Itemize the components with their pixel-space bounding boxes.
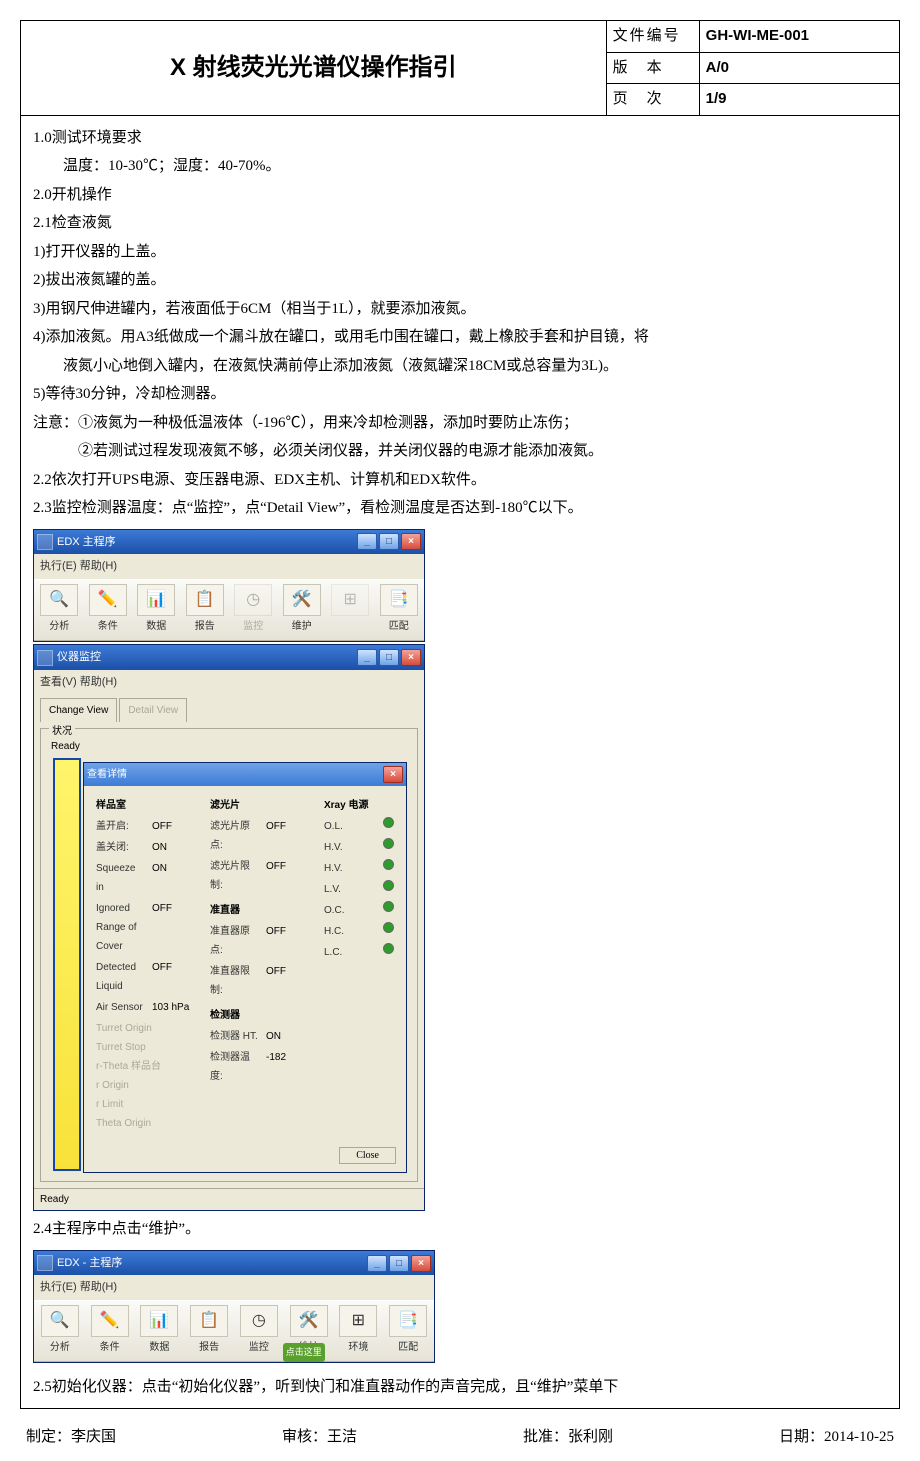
section-2-4: 2.4主程序中点击“维护”。 (33, 1215, 887, 1244)
window-monitor: 仪器监控 _□× 查看(V) 帮助(H) Change ViewDetail V… (33, 644, 425, 1211)
menu-bar[interactable]: 查看(V) 帮助(H) (34, 670, 424, 695)
section-2-3: 2.3监控检测器温度：点“监控”，点“Detail View”，看检测温度是否达… (33, 494, 887, 523)
section-2-2: 2.2依次打开UPS电源、变压器电源、EDX主机、计算机和EDX软件。 (33, 466, 887, 495)
dialog-title: 查看详情 (87, 765, 383, 784)
tb-condition[interactable]: ✏️条件 (88, 1305, 132, 1357)
footer-author: 制定：李庆国 (26, 1423, 116, 1452)
col-filter: 滤光片 滤光片原点:OFF 滤光片限制:OFF 准直器 准直器原点:OFF 准直… (210, 796, 306, 1133)
app-icon (37, 650, 53, 666)
note-2: ②若测试过程发现液氮不够，必须关闭仪器，并关闭仪器的电源才能添加液氮。 (33, 437, 887, 466)
led-icon (383, 817, 394, 828)
callout-tip: 点击这里 (283, 1343, 325, 1362)
tb-data[interactable]: 📊数据 (138, 1305, 182, 1357)
step-1: 1)打开仪器的上盖。 (33, 238, 887, 267)
tb-env[interactable]: ⊞环境 (337, 1305, 381, 1357)
doc-body: 1.0测试环境要求 温度：10-30℃；湿度：40-70%。 2.0开机操作 2… (20, 116, 900, 1409)
window-title: 仪器监控 (57, 647, 357, 668)
doc-meta: 文件编号GH-WI-ME-001 版 本A/0 页 次1/9 (607, 21, 899, 115)
window-edx-main-2: EDX - 主程序 _□× 执行(E) 帮助(H) 🔍分析 ✏️条件 📊数据 📋… (33, 1250, 435, 1364)
window-title: EDX 主程序 (57, 532, 357, 553)
tb-report[interactable]: 📋报告 (184, 584, 227, 636)
meta-ver-v: A/0 (700, 53, 899, 84)
doc-header: X 射线荧光光谱仪操作指引 文件编号GH-WI-ME-001 版 本A/0 页 … (20, 20, 900, 116)
tb-match[interactable]: 📑匹配 (386, 1305, 430, 1357)
window-title: EDX - 主程序 (57, 1253, 367, 1274)
doc-title: X 射线荧光光谱仪操作指引 (21, 21, 607, 115)
step-3: 3)用钢尺伸进罐内，若液面低于6CM（相当于1L），就要添加液氮。 (33, 295, 887, 324)
led-icon (383, 901, 394, 912)
minimize-button[interactable]: _ (367, 1255, 387, 1272)
led-icon (383, 922, 394, 933)
maximize-button[interactable]: □ (389, 1255, 409, 1272)
menu-bar[interactable]: 执行(E) 帮助(H) (34, 554, 424, 579)
col-sample: 样品室 盖开启:OFF 盖关闭:ON Squeeze inON Ignored … (96, 796, 192, 1133)
footer-approver: 批准：张利刚 (523, 1423, 613, 1452)
meta-docno-k: 文件编号 (607, 21, 700, 52)
step-2: 2)拔出液氮罐的盖。 (33, 266, 887, 295)
close-button[interactable]: × (401, 533, 421, 550)
menu-bar[interactable]: 执行(E) 帮助(H) (34, 1275, 434, 1300)
tb-maintain[interactable]: 🛠️维护 (281, 584, 324, 636)
led-icon (383, 943, 394, 954)
footer: 制定：李庆国 审核：王洁 批准：张利刚 日期：2014-10-25 (20, 1409, 900, 1452)
ready-label: Ready (51, 737, 407, 756)
close-button[interactable]: × (411, 1255, 431, 1272)
tb-maintain[interactable]: 🛠️维护点击这里 (287, 1305, 331, 1357)
tab-strip: Change ViewDetail View (34, 695, 424, 722)
tb-analyze[interactable]: 🔍分析 (38, 584, 81, 636)
tb-report[interactable]: 📋报告 (187, 1305, 231, 1357)
meta-page-v: 1/9 (700, 84, 899, 115)
tb-data[interactable]: 📊数据 (135, 584, 178, 636)
tab-change-view[interactable]: Change View (40, 698, 117, 722)
tb-condition[interactable]: ✏️条件 (87, 584, 130, 636)
section-2: 2.0开机操作 (33, 181, 887, 210)
led-icon (383, 859, 394, 870)
tb-analyze[interactable]: 🔍分析 (38, 1305, 82, 1357)
toolbar: 🔍分析 ✏️条件 📊数据 📋报告 ◷监控 🛠️维护 ⊞ 📑匹配 (34, 579, 424, 641)
col-xray: Xray 电源 O.L. H.V. H.V. L.V. O.C. H.C. L.… (324, 796, 394, 1133)
close-button[interactable]: × (401, 649, 421, 666)
titlebar[interactable]: 仪器监控 _□× (34, 645, 424, 670)
meta-ver-k: 版 本 (607, 53, 700, 84)
toolbar: 🔍分析 ✏️条件 📊数据 📋报告 ◷监控 🛠️维护点击这里 ⊞环境 📑匹配 (34, 1300, 434, 1362)
maximize-button[interactable]: □ (379, 649, 399, 666)
footer-reviewer: 审核：王洁 (282, 1423, 357, 1452)
titlebar[interactable]: EDX - 主程序 _□× (34, 1251, 434, 1276)
app-icon (37, 1255, 53, 1271)
app-icon (37, 534, 53, 550)
group-title: 状况 (49, 722, 75, 741)
step-4a: 4)添加液氮。用A3纸做成一个漏斗放在罐口，或用毛巾围在罐口，戴上橡胶手套和护目… (33, 323, 887, 352)
step-4b: 液氮小心地倒入罐内，在液氮快满前停止添加液氮（液氮罐深18CM或总容量为3L)。 (33, 352, 887, 381)
tb-blank[interactable]: ⊞ (329, 584, 372, 636)
status-group: 状况 Ready 查看详情 × 样品室 盖开启:OFF 盖关闭:ON Squee… (40, 728, 418, 1182)
minimize-button[interactable]: _ (357, 533, 377, 550)
titlebar[interactable]: EDX 主程序 _□× (34, 530, 424, 555)
minimize-button[interactable]: _ (357, 649, 377, 666)
sample-graphic (53, 758, 81, 1171)
window-edx-main: EDX 主程序 _□× 执行(E) 帮助(H) 🔍分析 ✏️条件 📊数据 📋报告… (33, 529, 425, 643)
tb-monitor[interactable]: ◷监控 (237, 1305, 281, 1357)
monitor-panel: 状况 Ready 查看详情 × 样品室 盖开启:OFF 盖关闭:ON Squee… (34, 722, 424, 1188)
section-1-text: 温度：10-30℃；湿度：40-70%。 (33, 152, 887, 181)
dialog-close-button[interactable]: × (383, 766, 403, 783)
dialog-detail: 查看详情 × 样品室 盖开启:OFF 盖关闭:ON Squeeze inON I… (83, 762, 407, 1173)
dialog-titlebar[interactable]: 查看详情 × (84, 763, 406, 786)
meta-page-k: 页 次 (607, 84, 700, 115)
section-2-5: 2.5初始化仪器：点击“初始化仪器”，听到快门和准直器动作的声音完成，且“维护”… (33, 1373, 887, 1402)
led-icon (383, 838, 394, 849)
section-2-1: 2.1检查液氮 (33, 209, 887, 238)
close-button[interactable]: Close (339, 1147, 396, 1164)
tab-detail-view[interactable]: Detail View (119, 698, 187, 722)
led-icon (383, 880, 394, 891)
col-h: 样品室 (96, 796, 192, 815)
meta-docno-v: GH-WI-ME-001 (700, 21, 899, 52)
step-5: 5)等待30分钟，冷却检测器。 (33, 380, 887, 409)
status-bar: Ready (34, 1188, 424, 1210)
footer-date: 日期：2014-10-25 (779, 1423, 894, 1452)
section-1: 1.0测试环境要求 (33, 124, 887, 153)
note-1: 注意：①液氮为一种极低温液体（-196℃），用来冷却检测器，添加时要防止冻伤； (33, 409, 887, 438)
tb-match[interactable]: 📑匹配 (378, 584, 421, 636)
maximize-button[interactable]: □ (379, 533, 399, 550)
tb-monitor[interactable]: ◷监控 (232, 584, 275, 636)
